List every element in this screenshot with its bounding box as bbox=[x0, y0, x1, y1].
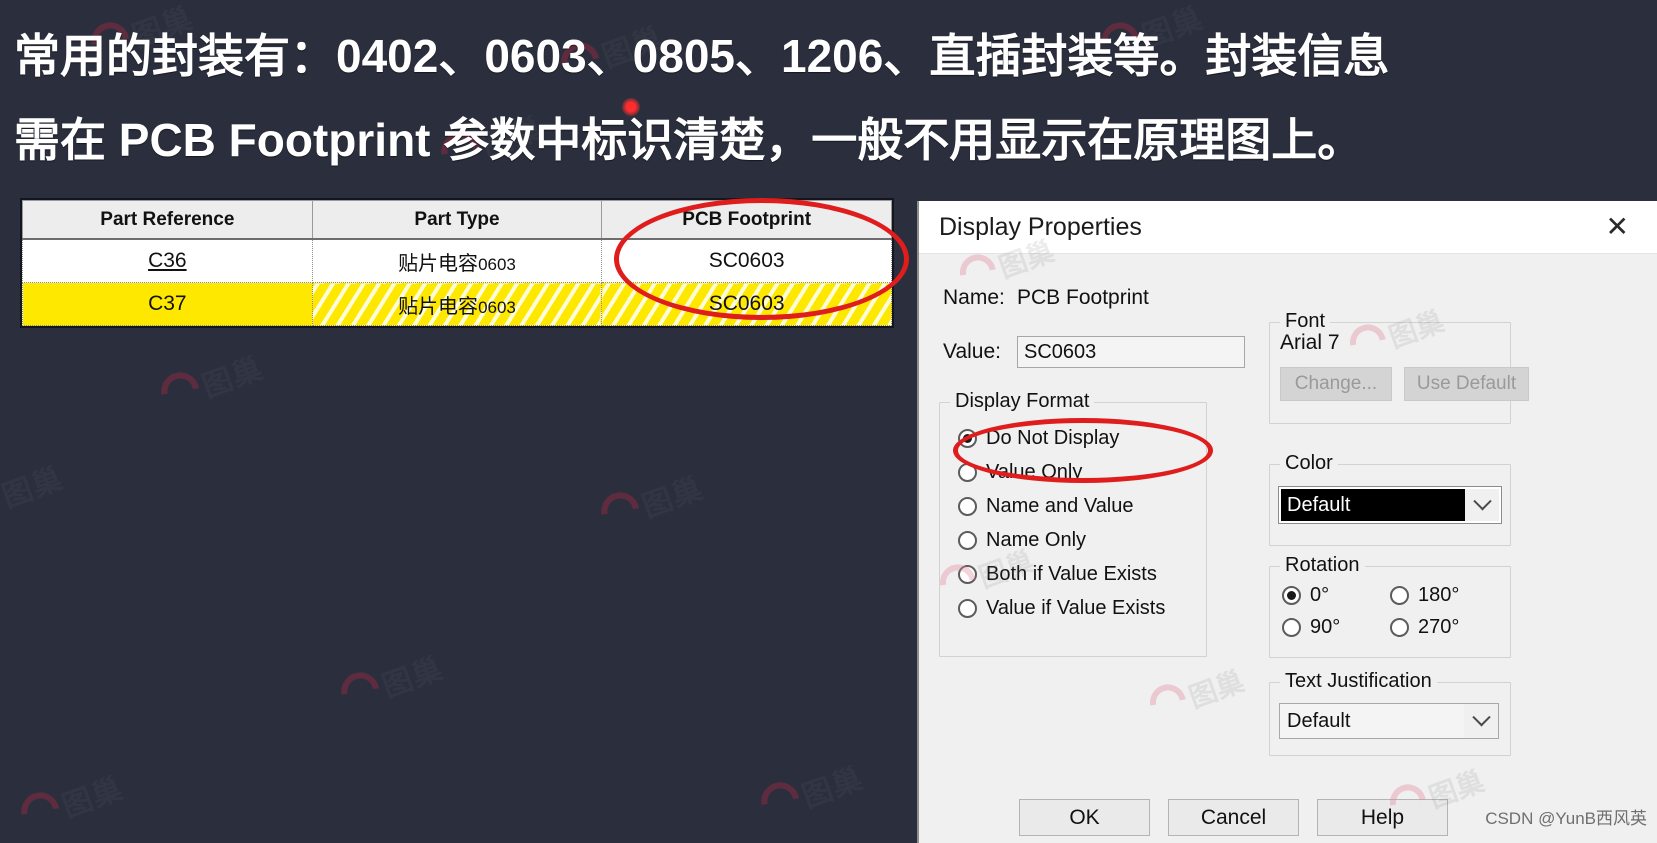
radio-rotation-0[interactable]: 0° bbox=[1282, 579, 1390, 611]
radio-label: 90° bbox=[1310, 615, 1341, 638]
cell-part-reference[interactable]: C37 bbox=[22, 282, 313, 326]
column-header-part-type: Part Type bbox=[311, 200, 603, 240]
radio-name-only[interactable]: Name Only bbox=[958, 523, 1206, 557]
close-icon[interactable]: ✕ bbox=[1598, 211, 1637, 243]
cell-pcb-footprint[interactable]: SC0603 bbox=[601, 239, 892, 283]
part-type-size: 0603 bbox=[478, 297, 516, 317]
radio-icon[interactable] bbox=[1282, 617, 1301, 637]
cell-part-type[interactable]: 贴片电容0603 bbox=[311, 239, 603, 283]
column-header-part-reference: Part Reference bbox=[22, 200, 313, 240]
cancel-button[interactable]: Cancel bbox=[1168, 799, 1299, 836]
radio-label: 180° bbox=[1418, 583, 1460, 606]
display-format-group: Display Format Do Not Display Value Only… bbox=[939, 390, 1207, 657]
text-justification-dropdown[interactable]: Default bbox=[1279, 703, 1499, 739]
radio-icon[interactable] bbox=[958, 496, 977, 516]
chevron-down-icon[interactable] bbox=[1464, 704, 1498, 738]
name-field-row: Name: PCB Footprint bbox=[943, 286, 1149, 310]
column-header-pcb-footprint: PCB Footprint bbox=[601, 200, 892, 240]
radio-label: Name and Value bbox=[986, 494, 1134, 517]
watermark-tile: 图巢 bbox=[13, 764, 129, 841]
value-label: Value: bbox=[943, 340, 1001, 363]
radio-label: Value if Value Exists bbox=[986, 596, 1166, 619]
header-text: 常用的封装有：0402、0603、0805、1206、直插封装等。封装信息 需在… bbox=[0, 0, 1657, 182]
chevron-down-icon[interactable] bbox=[1465, 489, 1499, 521]
use-default-font-button[interactable]: Use Default bbox=[1404, 367, 1529, 401]
radio-label: 0° bbox=[1310, 583, 1330, 606]
value-field-row: Value: bbox=[943, 336, 1245, 368]
dialog-body: 图巢 图巢 图巢 图巢 图巢 Name: PCB Footprint Value… bbox=[919, 235, 1657, 843]
display-format-radio-list: Do Not Display Value Only Name and Value… bbox=[940, 403, 1206, 625]
radio-icon[interactable] bbox=[958, 530, 977, 550]
rotation-legend: Rotation bbox=[1280, 554, 1365, 577]
header-line-1: 常用的封装有：0402、0603、0805、1206、直插封装等。封装信息 bbox=[14, 30, 1390, 82]
csdn-watermark: CSDN @YunB西风英 bbox=[1485, 809, 1647, 828]
dialog-title-bar: Display Properties ✕ bbox=[919, 201, 1657, 254]
change-font-button[interactable]: Change... bbox=[1280, 367, 1392, 401]
radio-icon[interactable] bbox=[1390, 585, 1409, 605]
color-legend: Color bbox=[1280, 452, 1338, 475]
radio-icon[interactable] bbox=[958, 598, 977, 618]
header-line-2: 需在 PCB Footprint 参数中标识清楚，一般不用显示在原理图上。 bbox=[14, 114, 1364, 166]
display-format-legend: Display Format bbox=[950, 390, 1095, 413]
name-label: Name: bbox=[943, 286, 1005, 309]
radio-rotation-270[interactable]: 270° bbox=[1390, 611, 1498, 643]
text-justification-selected-value: Default bbox=[1287, 709, 1351, 732]
cell-part-type[interactable]: 贴片电容0603 bbox=[311, 282, 603, 326]
radio-label: Value Only bbox=[986, 460, 1083, 483]
radio-value-if-value-exists[interactable]: Value if Value Exists bbox=[958, 591, 1206, 625]
radio-do-not-display[interactable]: Do Not Display bbox=[958, 421, 1206, 455]
rotation-radio-grid: 0° 180° 90° 270° bbox=[1282, 579, 1498, 643]
text-justification-legend: Text Justification bbox=[1280, 670, 1437, 693]
help-button[interactable]: Help bbox=[1317, 799, 1448, 836]
cell-pcb-footprint[interactable]: SC0603 bbox=[601, 282, 892, 326]
name-value: PCB Footprint bbox=[1017, 286, 1149, 309]
radio-label: Do Not Display bbox=[986, 426, 1120, 449]
ok-button[interactable]: OK bbox=[1019, 799, 1150, 836]
font-legend: Font bbox=[1280, 310, 1331, 333]
watermark-tile: 图巢 bbox=[0, 454, 68, 531]
radio-icon[interactable] bbox=[958, 564, 977, 584]
radio-label: Name Only bbox=[986, 528, 1087, 551]
font-group: Font Arial 7 Change... Use Default bbox=[1269, 310, 1529, 424]
color-selected-value: Default bbox=[1287, 493, 1351, 516]
cell-part-reference[interactable]: C36 bbox=[22, 239, 313, 283]
table-row[interactable]: C36 贴片电容0603 SC0603 bbox=[22, 239, 892, 283]
radio-label: 270° bbox=[1418, 615, 1460, 638]
dialog-footer-buttons: OK Cancel Help bbox=[1019, 799, 1448, 836]
part-type-text: 贴片电容 bbox=[398, 252, 479, 275]
text-justification-group: Text Justification Default bbox=[1269, 670, 1511, 756]
parts-table: Part Reference Part Type PCB Footprint C… bbox=[22, 200, 892, 326]
font-name-value: Arial 7 bbox=[1280, 331, 1340, 354]
radio-icon[interactable] bbox=[958, 462, 977, 482]
part-type-size: 0603 bbox=[478, 254, 516, 274]
radio-value-only[interactable]: Value Only bbox=[958, 455, 1206, 489]
display-properties-dialog: Display Properties ✕ 图巢 图巢 图巢 图巢 图巢 Name… bbox=[917, 201, 1657, 843]
rotation-group: Rotation 0° 180° 90° 270° bbox=[1269, 554, 1511, 658]
radio-name-and-value[interactable]: Name and Value bbox=[958, 489, 1206, 523]
radio-icon[interactable] bbox=[1390, 617, 1409, 637]
radio-icon[interactable] bbox=[1282, 585, 1301, 605]
radio-icon[interactable] bbox=[958, 428, 977, 448]
radio-label: Both if Value Exists bbox=[986, 562, 1157, 585]
watermark-tile: 图巢 bbox=[333, 644, 449, 721]
color-dropdown[interactable]: Default bbox=[1279, 487, 1501, 523]
parts-table-container: Part Reference Part Type PCB Footprint C… bbox=[22, 200, 892, 326]
watermark-tile: 图巢 bbox=[593, 464, 709, 541]
part-reference-link[interactable]: C36 bbox=[148, 249, 187, 272]
radio-rotation-180[interactable]: 180° bbox=[1390, 579, 1498, 611]
color-group: Color Default bbox=[1269, 452, 1511, 546]
radio-rotation-90[interactable]: 90° bbox=[1282, 611, 1390, 643]
watermark-tile: 图巢 bbox=[753, 754, 869, 831]
part-type-text: 贴片电容 bbox=[398, 295, 479, 318]
value-input[interactable] bbox=[1017, 336, 1245, 368]
table-header-row: Part Reference Part Type PCB Footprint bbox=[22, 200, 892, 240]
table-row[interactable]: C37 贴片电容0603 SC0603 bbox=[22, 282, 892, 326]
dialog-title: Display Properties bbox=[939, 212, 1142, 241]
radio-both-if-value-exists[interactable]: Both if Value Exists bbox=[958, 557, 1206, 591]
watermark-tile: 图巢 bbox=[1142, 659, 1249, 730]
watermark-tile: 图巢 bbox=[153, 344, 269, 421]
